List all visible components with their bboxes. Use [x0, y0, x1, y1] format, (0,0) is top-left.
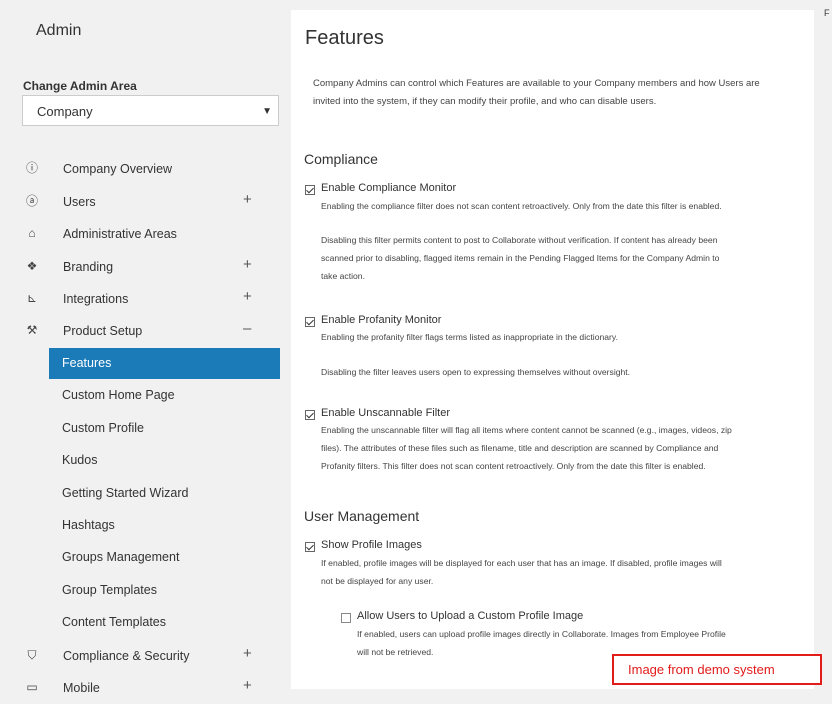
- info-icon: ⓘ: [25, 161, 38, 175]
- features-panel: Features Company Admins can control whic…: [291, 10, 814, 689]
- unscannable-filter-desc: files). The attributes of these files su…: [321, 443, 719, 453]
- user-icon: ⓐ: [25, 194, 38, 208]
- sidebar-subitem-label: Kudos: [62, 453, 98, 467]
- expand-icon[interactable]: +: [243, 256, 252, 273]
- sidebar-item-label: Integrations: [63, 292, 129, 306]
- page-title: Features: [305, 27, 384, 49]
- sidebar-subitem-hashtags[interactable]: Hashtags: [49, 510, 280, 541]
- show-profile-images-label: Show Profile Images: [321, 539, 422, 551]
- sidebar-subitem-group-templates[interactable]: Group Templates: [49, 575, 280, 606]
- sidebar-item-branding[interactable]: ❖ Branding +: [0, 251, 288, 283]
- compliance-monitor-desc: Disabling this filter permits content to…: [321, 235, 718, 245]
- shield-icon: ⛉: [27, 648, 37, 662]
- intro-text: Company Admins can control which Feature…: [313, 75, 793, 111]
- sidebar-subitem-label: Getting Started Wizard: [62, 486, 189, 500]
- palette-icon: ❖: [26, 259, 38, 273]
- sidebar-subitem-custom-profile[interactable]: Custom Profile: [49, 413, 280, 444]
- sidebar-item-integrations[interactable]: ⊾ Integrations +: [0, 283, 288, 315]
- expand-icon[interactable]: +: [243, 191, 252, 208]
- sidebar-subitem-label: Content Templates: [62, 615, 166, 629]
- sidebar-item-label: Product Setup: [63, 324, 143, 338]
- unscannable-filter-desc: Profanity filters. This filter does not …: [321, 461, 706, 471]
- sidebar-item-users[interactable]: ⓐ Users +: [0, 186, 288, 218]
- profanity-monitor-desc: Enabling the profanity filter flags term…: [321, 332, 618, 342]
- mobile-icon: ▭: [26, 680, 38, 694]
- sidebar-title: Admin: [36, 22, 82, 39]
- sidebar-subitem-label: Custom Profile: [62, 421, 144, 435]
- compliance-monitor-desc: take action.: [321, 271, 365, 281]
- user-management-heading: User Management: [304, 508, 420, 524]
- intro-line: Company Admins can control which Feature…: [313, 78, 760, 89]
- admin-area-select-value: Company: [37, 104, 93, 119]
- allow-upload-desc: will not be retrieved.: [357, 647, 434, 657]
- compliance-monitor-desc: scanned prior to disabling, flagged item…: [321, 253, 720, 263]
- right-edge-strip: F: [814, 0, 832, 689]
- sidebar-subitem-getting-started-wizard[interactable]: Getting Started Wizard: [49, 478, 280, 509]
- building-icon: ⌂: [28, 226, 36, 240]
- unscannable-filter-checkbox[interactable]: [305, 410, 315, 420]
- sidebar-item-label: Company Overview: [63, 162, 173, 176]
- sidebar-item-label: Compliance & Security: [63, 649, 190, 663]
- sidebar-item-company-overview[interactable]: ⓘ Company Overview: [0, 153, 288, 185]
- sidebar-item-label: Branding: [63, 260, 114, 274]
- unscannable-filter-desc: Enabling the unscannable filter will fla…: [321, 425, 732, 435]
- expand-icon[interactable]: +: [243, 288, 252, 305]
- caret-down-icon: ▼: [262, 106, 272, 117]
- profanity-monitor-label: Enable Profanity Monitor: [321, 314, 442, 326]
- intro-line: invited into the system, if they can mod…: [313, 96, 657, 107]
- expand-icon[interactable]: +: [243, 645, 252, 662]
- sidebar-subitem-groups-management[interactable]: Groups Management: [49, 542, 280, 573]
- collapse-icon[interactable]: –: [243, 320, 251, 337]
- sidebar-item-label: Users: [63, 195, 96, 209]
- allow-upload-checkbox[interactable]: [341, 613, 351, 623]
- wrench-icon: ⚒: [26, 323, 38, 337]
- sidebar-subitem-content-templates[interactable]: Content Templates: [49, 607, 280, 638]
- admin-sidebar: Admin Change Admin Area Company ▼ ⓘ Comp…: [0, 0, 288, 695]
- sidebar-item-label: Administrative Areas: [63, 227, 177, 241]
- compliance-monitor-checkbox[interactable]: [305, 185, 315, 195]
- sidebar-item-administrative-areas[interactable]: ⌂ Administrative Areas: [0, 218, 288, 250]
- expand-icon[interactable]: +: [243, 677, 252, 694]
- sidebar-item-mobile[interactable]: ▭ Mobile +: [0, 672, 288, 704]
- sidebar-item-label: Mobile: [63, 681, 100, 695]
- sidebar-subitem-label: Group Templates: [62, 583, 157, 597]
- compliance-monitor-label: Enable Compliance Monitor: [321, 182, 457, 194]
- profanity-monitor-checkbox[interactable]: [305, 317, 315, 327]
- sidebar-subitem-custom-home-page[interactable]: Custom Home Page: [49, 380, 280, 411]
- integration-icon: ⊾: [26, 291, 38, 305]
- sidebar-item-compliance-security[interactable]: ⛉ Compliance & Security +: [0, 640, 288, 672]
- sidebar-subitem-features[interactable]: Features: [49, 348, 280, 379]
- show-profile-images-desc: If enabled, profile images will be displ…: [321, 558, 722, 568]
- change-admin-area-label: Change Admin Area: [23, 79, 137, 93]
- unscannable-filter-label: Enable Unscannable Filter: [321, 407, 451, 419]
- demo-watermark-text: Image from demo system: [628, 662, 775, 677]
- sidebar-subitem-kudos[interactable]: Kudos: [49, 445, 280, 476]
- sidebar-item-product-setup[interactable]: ⚒ Product Setup –: [0, 315, 288, 347]
- demo-watermark: Image from demo system: [612, 654, 822, 685]
- compliance-heading: Compliance: [304, 151, 378, 167]
- show-profile-images-checkbox[interactable]: [305, 542, 315, 552]
- allow-upload-desc: If enabled, users can upload profile ima…: [357, 629, 726, 639]
- show-profile-images-desc: not be displayed for any user.: [321, 576, 434, 586]
- sidebar-subitem-label: Custom Home Page: [62, 388, 175, 402]
- allow-upload-label: Allow Users to Upload a Custom Profile I…: [357, 610, 584, 622]
- admin-area-select[interactable]: Company ▼: [22, 95, 279, 126]
- sidebar-subitem-label: Hashtags: [62, 518, 115, 532]
- compliance-monitor-desc: Enabling the compliance filter does not …: [321, 201, 722, 211]
- sidebar-subitem-label: Features: [62, 356, 112, 370]
- right-edge-mark: F: [824, 8, 830, 18]
- profanity-monitor-desc: Disabling the filter leaves users open t…: [321, 367, 631, 377]
- sidebar-subitem-label: Groups Management: [62, 550, 180, 564]
